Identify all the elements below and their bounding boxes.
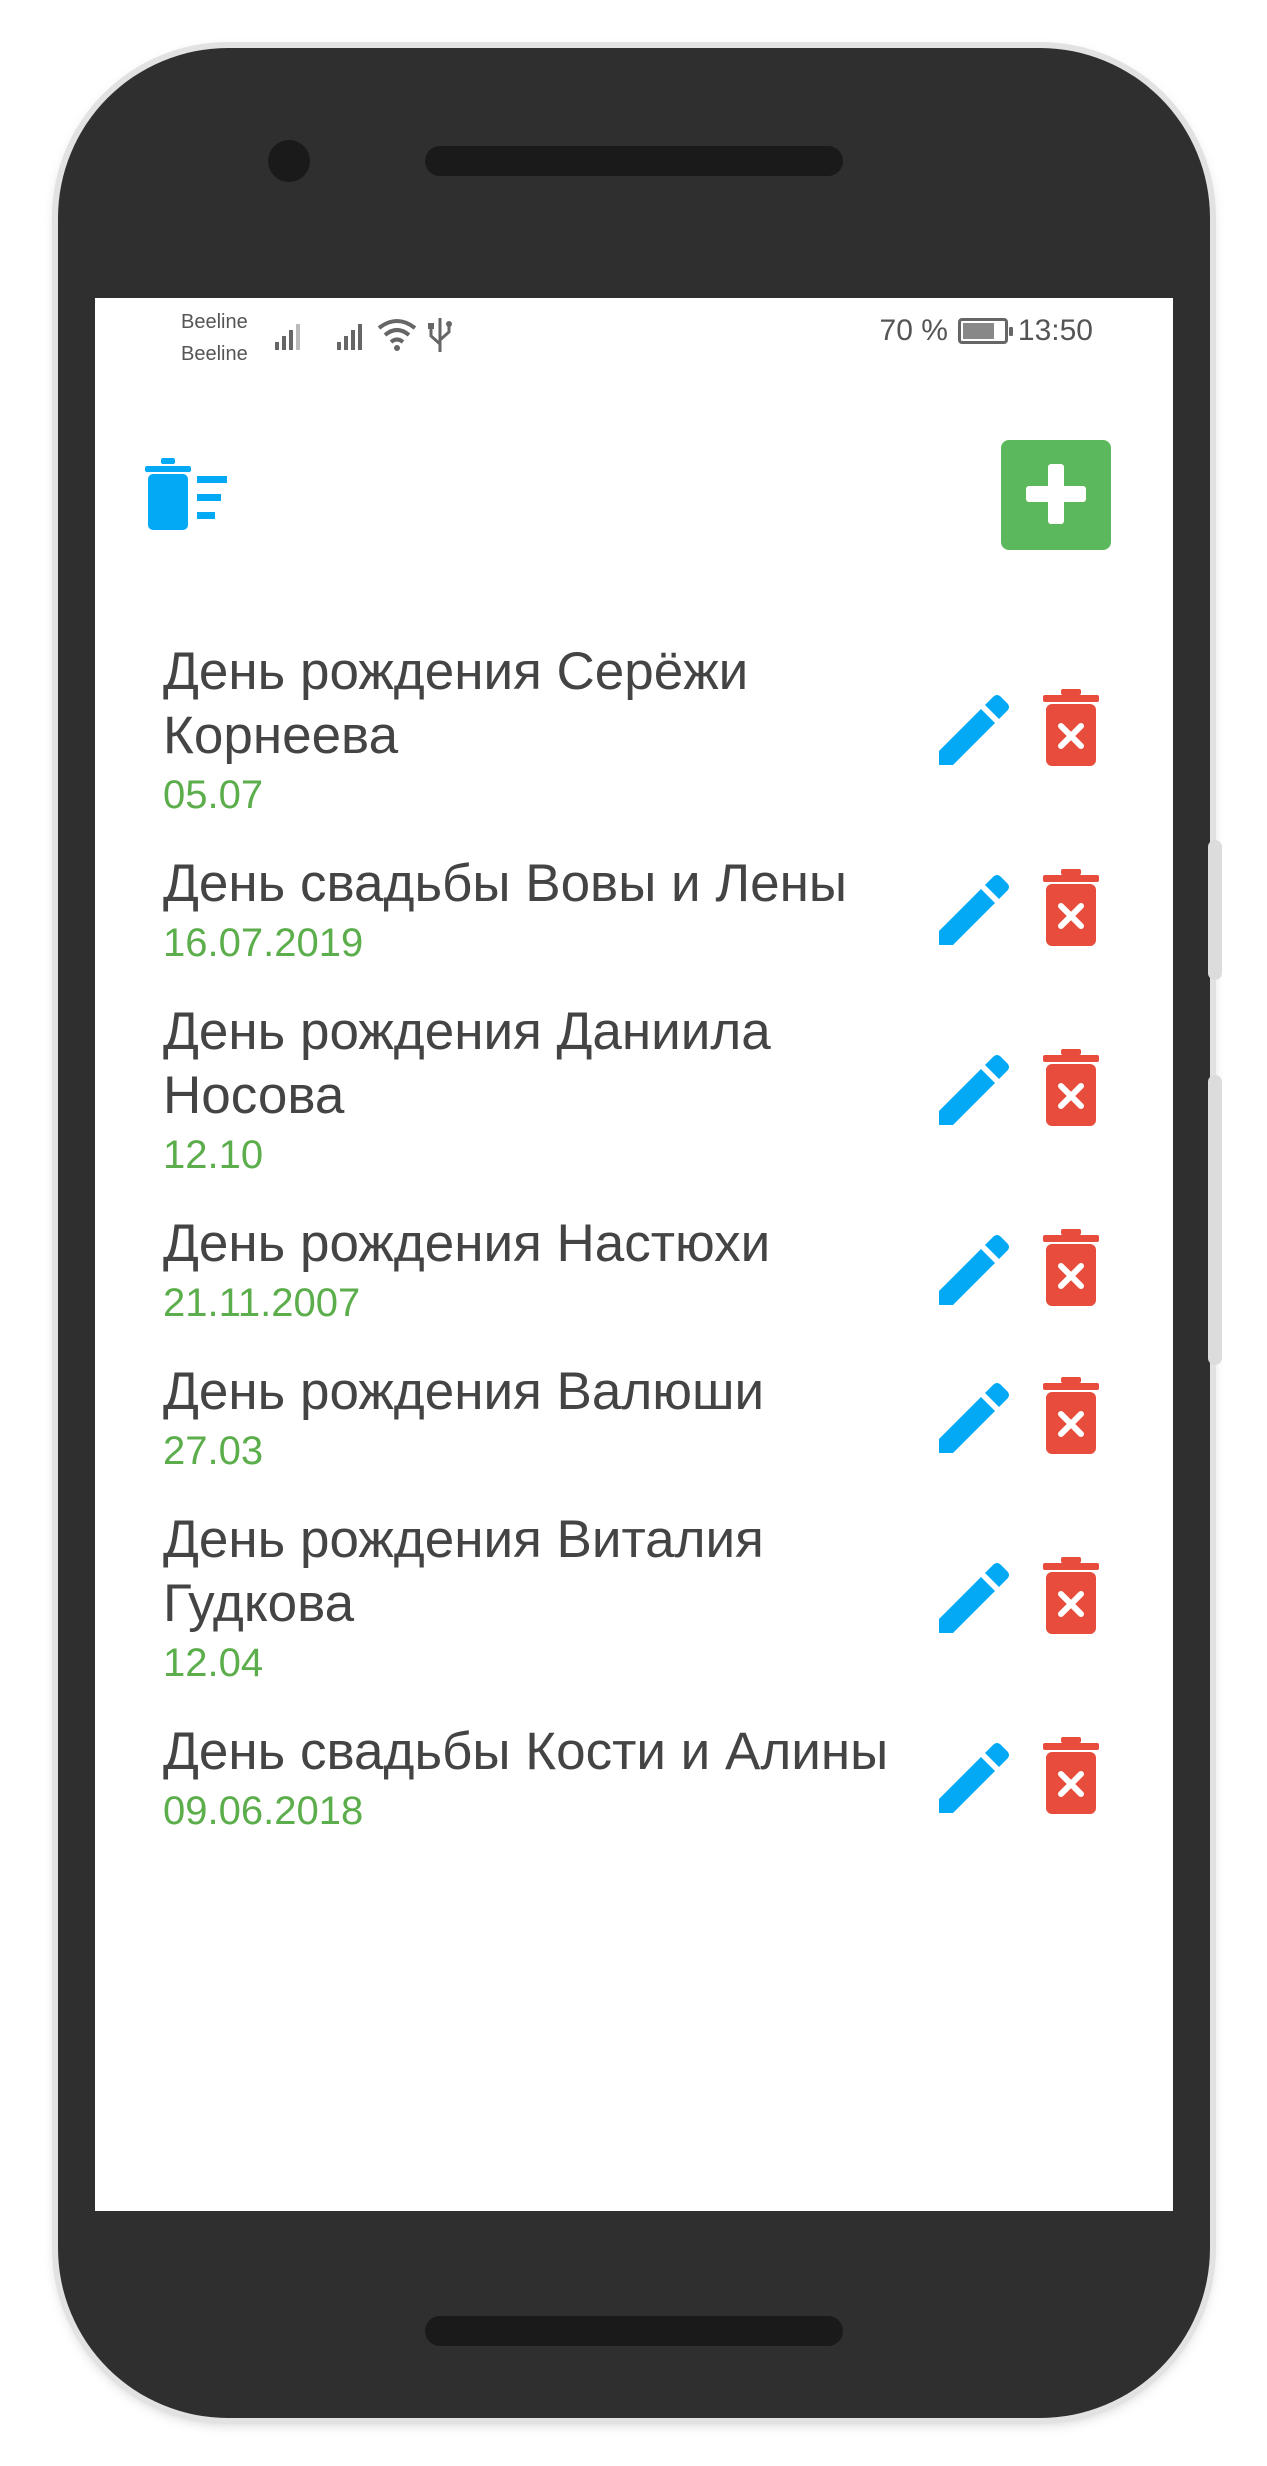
bottom-speaker: [425, 2316, 843, 2346]
volume-button: [1208, 840, 1222, 980]
event-item[interactable]: День свадьбы Кости и Алины 09.06.2018: [163, 1720, 1103, 1868]
event-item[interactable]: День рождения Валюши 27.03: [163, 1360, 1103, 1508]
delete-icon[interactable]: [1041, 1736, 1101, 1822]
edit-icon[interactable]: [935, 869, 1015, 954]
edit-icon[interactable]: [935, 1737, 1015, 1822]
event-title: День свадьбы Кости и Алины: [163, 1722, 889, 1781]
event-actions: [935, 1228, 1101, 1314]
event-text: День рождения Серёжи Корнеева 05.07: [163, 640, 903, 822]
carrier-2: Beeline: [181, 343, 248, 365]
event-actions: [935, 1048, 1101, 1134]
delete-icon[interactable]: [1041, 868, 1101, 954]
event-actions: [935, 868, 1101, 954]
event-actions: [935, 1736, 1101, 1822]
event-text: День рождения Валюши 27.03: [163, 1360, 903, 1478]
event-title: День рождения Валюши: [163, 1362, 765, 1421]
event-title: День рождения Настюхи: [163, 1214, 771, 1273]
event-date: 05.07: [163, 773, 264, 817]
event-actions: [935, 1556, 1101, 1642]
usb-icon: [428, 318, 452, 352]
event-actions: [935, 1376, 1101, 1462]
event-actions: [935, 688, 1101, 774]
status-bar: Beeline Beeline 70 % 13:50: [95, 298, 1173, 378]
edit-icon[interactable]: [935, 689, 1015, 774]
event-title: День рождения Даниила Носова: [163, 1002, 771, 1125]
signal-icon: [275, 320, 307, 350]
event-item[interactable]: День свадьбы Вовы и Лены 16.07.2019: [163, 852, 1103, 1000]
delete-icon[interactable]: [1041, 1376, 1101, 1462]
front-camera: [268, 140, 310, 182]
event-text: День свадьбы Вовы и Лены 16.07.2019: [163, 852, 903, 970]
event-item[interactable]: День рождения Серёжи Корнеева 05.07: [163, 640, 1103, 852]
event-item[interactable]: День рождения Настюхи 21.11.2007: [163, 1212, 1103, 1360]
delete-icon[interactable]: [1041, 1228, 1101, 1314]
edit-icon[interactable]: [935, 1557, 1015, 1642]
event-date: 27.03: [163, 1429, 264, 1473]
event-item[interactable]: День рождения Даниила Носова 12.10: [163, 1000, 1103, 1212]
clock: 13:50: [1017, 314, 1093, 347]
event-text: День свадьбы Кости и Алины 09.06.2018: [163, 1720, 903, 1838]
event-item[interactable]: День рождения Виталия Гудкова 12.04: [163, 1508, 1103, 1720]
event-text: День рождения Даниила Носова 12.10: [163, 1000, 903, 1182]
edit-icon[interactable]: [935, 1377, 1015, 1462]
battery-icon: [957, 318, 1013, 344]
power-button: [1208, 1075, 1222, 1365]
event-date: 16.07.2019: [163, 921, 364, 965]
clear-list-icon[interactable]: [145, 458, 235, 538]
event-title: День рождения Серёжи Корнеева: [163, 642, 749, 765]
add-event-button[interactable]: [1001, 440, 1111, 550]
event-list: День рождения Серёжи Корнеева 05.07 День с…: [163, 640, 1103, 1868]
carrier-1: Beeline: [181, 311, 248, 333]
battery-percent: 70 %: [879, 314, 948, 347]
edit-icon[interactable]: [935, 1229, 1015, 1314]
event-date: 21.11.2007: [163, 1281, 361, 1325]
event-date: 12.04: [163, 1641, 264, 1685]
event-title: День свадьбы Вовы и Лены: [163, 854, 847, 913]
event-date: 09.06.2018: [163, 1789, 364, 1833]
event-text: День рождения Настюхи 21.11.2007: [163, 1212, 903, 1330]
wifi-icon: [377, 319, 417, 351]
signal-icon: [337, 320, 369, 350]
delete-icon[interactable]: [1041, 688, 1101, 774]
earpiece-speaker: [425, 146, 843, 176]
delete-icon[interactable]: [1041, 1556, 1101, 1642]
carrier-names: Beeline Beeline: [181, 306, 248, 370]
delete-icon[interactable]: [1041, 1048, 1101, 1134]
status-right: 70 % 13:50: [880, 314, 1093, 348]
edit-icon[interactable]: [935, 1049, 1015, 1134]
event-title: День рождения Виталия Гудкова: [163, 1510, 764, 1633]
event-text: День рождения Виталия Гудкова 12.04: [163, 1508, 903, 1690]
app-screen: Beeline Beeline 70 % 13:50 День рождения…: [95, 298, 1173, 2211]
event-date: 12.10: [163, 1133, 264, 1177]
